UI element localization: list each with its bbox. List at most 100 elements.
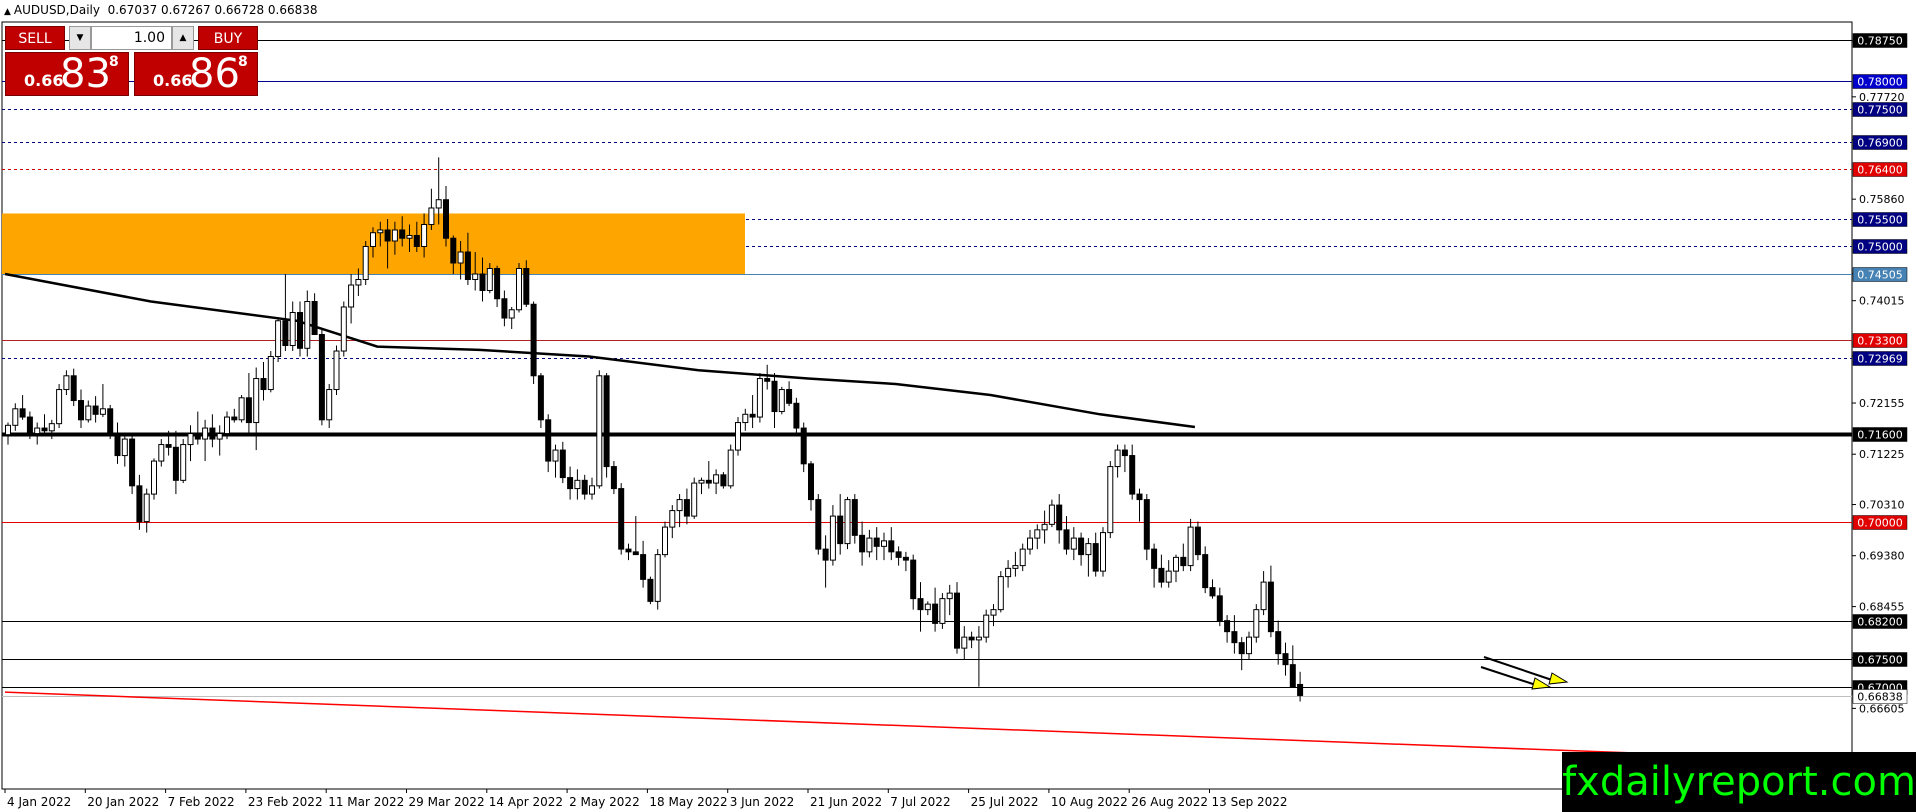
y-tick-label-9: 0.70310: [1859, 499, 1905, 512]
candle-body-154: [1129, 455, 1136, 495]
candle-108: [793, 397, 800, 434]
candle-body-45: [333, 350, 340, 391]
candle-body-15: [114, 433, 121, 457]
candle-body-117: [859, 534, 866, 553]
candle-body-158: [1158, 567, 1165, 583]
candle-body-135: [990, 609, 997, 616]
buy-price[interactable]: 0.66 86 8: [134, 51, 258, 97]
level-label-4: 0.76400: [1857, 164, 1903, 177]
candle-body-77: [567, 477, 574, 490]
candle-body-7: [56, 389, 63, 425]
x-tick-label-11: 7 Jul 2022: [890, 795, 950, 809]
sell-price[interactable]: 0.66 83 8: [5, 51, 129, 97]
level-label-9: 0.72969: [1857, 353, 1903, 366]
sell-button[interactable]: SELL: [5, 26, 65, 50]
candle-body-12: [92, 405, 99, 415]
candle-body-80: [589, 485, 595, 495]
x-tick-label-8: 18 May 2022: [649, 795, 727, 809]
candle-body-48: [355, 279, 362, 286]
level-label-6: 0.75000: [1857, 241, 1903, 254]
candle-body-95: [698, 479, 705, 484]
candle-body-174: [1275, 631, 1282, 655]
candle-body-136: [997, 576, 1004, 611]
level-label-7: 0.74505: [1857, 269, 1903, 282]
candle-body-56: [413, 234, 420, 247]
candle-body-120: [881, 540, 887, 547]
price-chart[interactable]: 0.787350.777200.769400.758600.745050.740…: [0, 0, 1916, 812]
candle-body-124: [910, 559, 917, 600]
candle-body-10: [78, 400, 84, 421]
candle-106: [778, 386, 785, 415]
candle-body-159: [1165, 570, 1172, 583]
candle-body-55: [406, 234, 413, 239]
candle-body-57: [421, 223, 428, 247]
candle-body-101: [742, 413, 749, 424]
candle-body-20: [151, 460, 157, 495]
candle-body-105: [771, 380, 778, 413]
candle-7: [56, 384, 63, 429]
volume-decrease-button[interactable]: ▼: [69, 26, 91, 50]
candle-body-166: [1216, 595, 1223, 622]
x-tick-label-5: 29 Mar 2022: [409, 795, 485, 809]
candle-body-142: [1041, 523, 1048, 531]
candle-body-66: [486, 267, 493, 292]
candle-body-91: [669, 510, 676, 528]
level-label-1: 0.78000: [1857, 76, 1903, 89]
candle-body-60: [443, 199, 449, 239]
candle-body-147: [1078, 537, 1085, 556]
triangle-up-icon[interactable]: ▲: [4, 7, 11, 17]
x-tick-label-10: 21 Jun 2022: [810, 795, 882, 809]
x-tick-label-12: 25 Jul 2022: [971, 795, 1039, 809]
candle-body-1: [12, 408, 19, 426]
candle-171: [1253, 604, 1260, 643]
candle-body-64: [472, 273, 479, 281]
level-label-11: 0.70000: [1857, 517, 1903, 530]
candle-body-106: [778, 389, 785, 413]
candle-body-153: [1121, 449, 1128, 457]
candle-body-25: [187, 433, 194, 446]
candle-body-54: [399, 229, 406, 239]
y-tick-label-3: 0.75860: [1859, 193, 1905, 206]
candle-body-33: [245, 397, 252, 424]
x-tick-label-2: 7 Feb 2022: [168, 795, 235, 809]
x-tick-label-7: 2 May 2022: [569, 795, 640, 809]
candle-body-8: [63, 375, 70, 391]
candle-body-98: [720, 474, 727, 487]
buy-button[interactable]: BUY: [198, 26, 258, 50]
volume-increase-button[interactable]: ▲: [172, 26, 194, 50]
candle-body-46: [340, 306, 347, 352]
x-tick-label-1: 20 Jan 2022: [87, 795, 159, 809]
candle-body-72: [530, 303, 537, 377]
candle-body-111: [815, 499, 822, 550]
candle-body-85: [625, 548, 632, 553]
candle-70: [516, 262, 522, 313]
candle-body-113: [829, 515, 836, 561]
candle-body-13: [99, 408, 106, 415]
chart-title-text: AUDUSD,Daily 0.67037 0.67267 0.66728 0.6…: [13, 3, 318, 17]
candle-body-5: [41, 427, 48, 432]
candle-body-108: [793, 402, 800, 429]
candle-82: [603, 373, 610, 478]
x-tick-label-4: 11 Mar 2022: [328, 795, 404, 809]
y-tick-label-10: 0.69380: [1859, 550, 1905, 563]
candle-136: [997, 571, 1004, 613]
candle-body-26: [194, 433, 201, 440]
candle-body-36: [267, 356, 274, 391]
volume-input[interactable]: 1.00: [91, 26, 172, 50]
candle-115: [844, 496, 851, 550]
candle-body-130: [954, 592, 960, 649]
candle-body-59: [435, 199, 442, 209]
candle-body-61: [450, 237, 457, 264]
candle-body-169: [1238, 642, 1245, 655]
candle-99: [727, 444, 734, 489]
candle-body-78: [574, 479, 581, 490]
candle-body-93: [683, 499, 690, 517]
x-tick-label-6: 14 Apr 2022: [489, 795, 563, 809]
candle-body-84: [618, 488, 625, 550]
candle-body-173: [1267, 581, 1274, 633]
candle-body-58: [428, 207, 435, 225]
buy-price-pips: 86: [189, 51, 240, 97]
buy-price-prefix: 0.66: [153, 71, 193, 90]
plot-frame: [1, 21, 1853, 790]
candle-body-74: [545, 419, 552, 462]
